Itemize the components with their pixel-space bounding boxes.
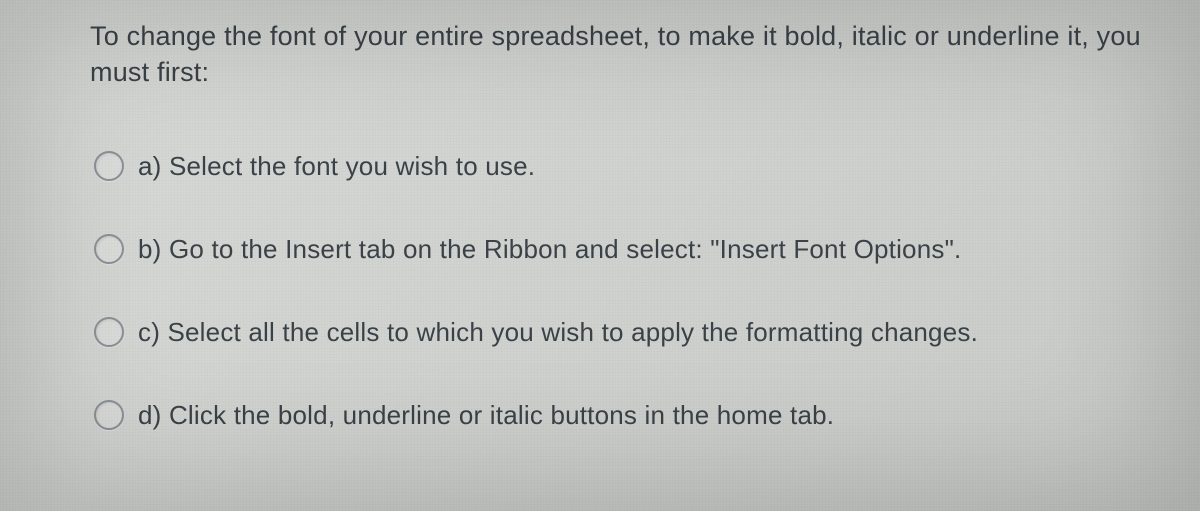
option-c[interactable]: c) Select all the cells to which you wis…: [94, 317, 1160, 348]
option-d[interactable]: d) Click the bold, underline or italic b…: [94, 400, 1160, 431]
quiz-container: To change the font of your entire spread…: [0, 0, 1200, 471]
option-b-label: b) Go to the Insert tab on the Ribbon an…: [138, 234, 961, 265]
option-b[interactable]: b) Go to the Insert tab on the Ribbon an…: [94, 234, 1160, 265]
radio-icon[interactable]: [94, 317, 124, 347]
option-a-label: a) Select the font you wish to use.: [138, 151, 535, 182]
options-list: a) Select the font you wish to use. b) G…: [90, 151, 1160, 431]
radio-icon[interactable]: [94, 400, 124, 430]
question-text: To change the font of your entire spread…: [90, 18, 1160, 91]
radio-icon[interactable]: [94, 151, 124, 181]
option-c-label: c) Select all the cells to which you wis…: [138, 317, 978, 348]
radio-icon[interactable]: [94, 234, 124, 264]
option-d-label: d) Click the bold, underline or italic b…: [138, 400, 834, 431]
option-a[interactable]: a) Select the font you wish to use.: [94, 151, 1160, 182]
